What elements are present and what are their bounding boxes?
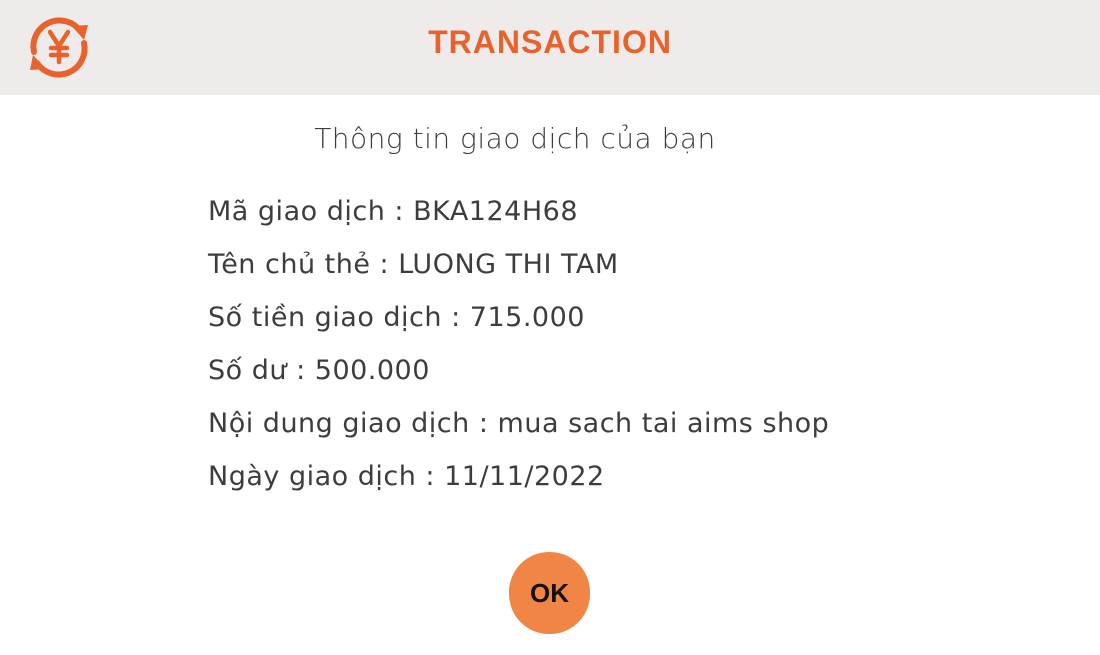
header-bar: TRANSACTION — [0, 0, 1100, 95]
detail-label: Số tiền giao dịch — [208, 302, 443, 333]
detail-value: BKA124H68 — [413, 196, 578, 227]
detail-row-content: Nội dung giao dịch : mua sach tai aims s… — [208, 408, 830, 439]
detail-row-balance: Số dư : 500.000 — [208, 355, 430, 386]
detail-label: Nội dung giao dịch — [208, 408, 470, 439]
detail-value: LUONG THI TAM — [398, 249, 619, 280]
transaction-info-heading: Thông tin giao dịch của bạn — [314, 122, 716, 155]
detail-value: mua sach tai aims shop — [497, 408, 830, 439]
detail-row-amount: Số tiền giao dịch : 715.000 — [208, 302, 585, 333]
detail-label: Mã giao dịch — [208, 196, 386, 227]
detail-label: Tên chủ thẻ — [208, 249, 371, 280]
detail-label: Số dư — [208, 355, 287, 386]
page-title: TRANSACTION — [428, 24, 672, 60]
transaction-details: Mã giao dịch : BKA124H68 Tên chủ thẻ : L… — [208, 190, 829, 508]
detail-row-date: Ngày giao dịch : 11/11/2022 — [208, 461, 605, 492]
detail-row-cardholder: Tên chủ thẻ : LUONG THI TAM — [208, 249, 619, 280]
detail-value: 500.000 — [314, 355, 430, 386]
detail-label: Ngày giao dịch — [208, 461, 417, 492]
detail-value: 715.000 — [469, 302, 585, 333]
ok-button[interactable]: OK — [509, 552, 590, 634]
detail-value: 11/11/2022 — [444, 461, 605, 492]
detail-row-transaction-id: Mã giao dịch : BKA124H68 — [208, 196, 578, 227]
